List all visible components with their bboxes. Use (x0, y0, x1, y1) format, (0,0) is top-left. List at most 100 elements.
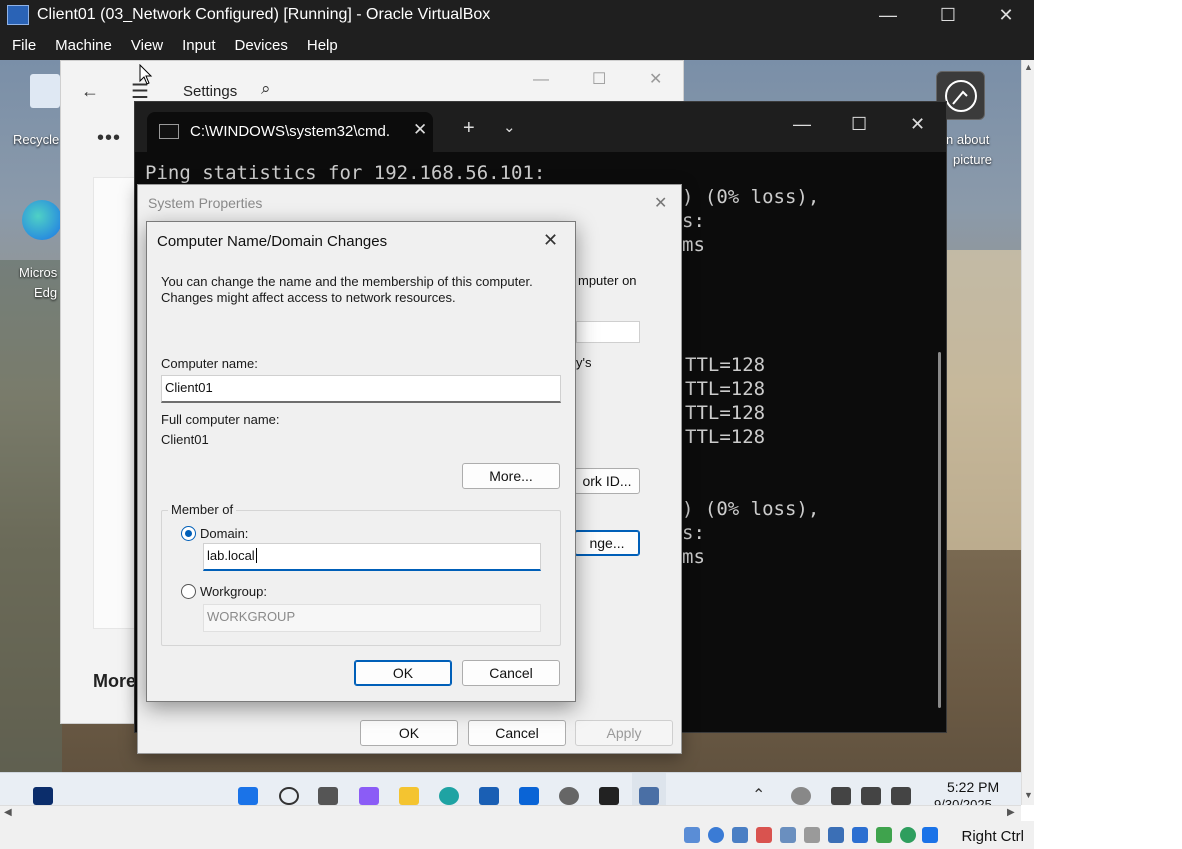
guest-additions-icon[interactable] (900, 827, 916, 843)
system-properties-taskbar-icon[interactable] (639, 787, 659, 805)
building-wallpaper (940, 250, 1021, 550)
settings-minimize-icon[interactable]: — (533, 71, 549, 89)
menu-machine[interactable]: Machine (55, 37, 112, 54)
terminal-icon[interactable] (599, 787, 619, 805)
cmd-output-line: TTL=128 (685, 402, 766, 424)
virtualbox-menubar: File Machine View Input Devices Help (0, 31, 1034, 60)
computer-name-label: Computer name: (161, 356, 258, 371)
dialog-cancel-button[interactable]: Cancel (462, 660, 560, 686)
workgroup-label: Workgroup: (200, 584, 267, 599)
copilot-icon[interactable] (359, 787, 379, 805)
settings-close-icon[interactable]: ✕ (649, 69, 662, 89)
virtualbox-app-icon (7, 5, 29, 25)
scroll-up-icon[interactable]: ▲ (1024, 62, 1033, 72)
cmd-output-line: TTL=128 (685, 354, 766, 376)
hard-disk-icon[interactable] (684, 827, 700, 843)
nfl-widget-icon[interactable] (33, 787, 53, 805)
cpu-icon[interactable] (876, 827, 892, 843)
usb-icon[interactable] (780, 827, 796, 843)
network-adapter-icon[interactable] (756, 827, 772, 843)
cmd-tab-title: C:\WINDOWS\system32\cmd. (190, 123, 391, 140)
task-view-icon[interactable] (318, 787, 338, 805)
tab-close-icon[interactable]: ✕ (413, 120, 427, 140)
tab-dropdown-icon[interactable]: ⌄ (503, 118, 516, 136)
menu-devices[interactable]: Devices (235, 37, 288, 54)
text-cursor (255, 548, 257, 563)
workgroup-input: WORKGROUP (203, 604, 541, 632)
volume-icon[interactable] (861, 787, 881, 805)
recycle-bin-icon[interactable] (30, 74, 60, 108)
minimize-icon[interactable]: — (870, 2, 906, 28)
cmd-output-line: TTL=128 (685, 378, 766, 400)
dialog-close-icon[interactable]: ✕ (543, 230, 558, 251)
full-computer-name-label: Full computer name: (161, 412, 280, 427)
host-key-arrow-icon[interactable] (922, 827, 938, 843)
cliff-wallpaper (0, 260, 62, 800)
copilot-search-icon[interactable]: ⌕ (261, 79, 271, 99)
settings-maximize-icon[interactable]: ☐ (592, 69, 606, 89)
system-properties-title: System Properties (148, 195, 263, 211)
network-icon[interactable] (831, 787, 851, 805)
file-explorer-icon[interactable] (399, 787, 419, 805)
clock-time[interactable]: 5:22 PM (947, 779, 999, 795)
more-button[interactable]: More... (462, 463, 560, 489)
sysprops-description-field[interactable] (576, 321, 640, 343)
learn-label-1: n about (946, 132, 990, 147)
sysprops-close-icon[interactable]: ✕ (654, 193, 667, 213)
menu-help[interactable]: Help (307, 37, 338, 54)
outlook-icon[interactable] (519, 787, 539, 805)
store-icon[interactable] (479, 787, 499, 805)
display-icon[interactable] (828, 827, 844, 843)
recording-icon[interactable] (852, 827, 868, 843)
battery-icon[interactable] (891, 787, 911, 805)
edge-icon[interactable] (22, 200, 62, 240)
workgroup-radio[interactable] (181, 584, 196, 599)
computer-name-input[interactable]: Client01 (161, 375, 561, 403)
mouse-cursor-icon (139, 64, 153, 85)
cmd-minimize-icon[interactable]: — (793, 114, 811, 135)
cmd-close-icon[interactable]: ✕ (910, 114, 925, 135)
settings-title: Settings (183, 83, 238, 100)
cmd-maximize-icon[interactable]: ☐ (851, 114, 867, 135)
horizontal-scrollbar[interactable]: ◀ ▶ (0, 805, 1021, 821)
dialog-ok-button[interactable]: OK (354, 660, 452, 686)
vertical-scrollbar[interactable]: ▲ ▼ (1021, 60, 1034, 805)
full-computer-name-value: Client01 (161, 432, 209, 447)
maximize-icon[interactable]: ☐ (930, 2, 966, 28)
cmd-scrollbar[interactable] (938, 352, 941, 708)
chevron-up-icon[interactable]: ⌃ (752, 785, 765, 805)
settings-gear-icon[interactable] (559, 787, 579, 805)
domain-radio[interactable] (181, 526, 196, 541)
sysprops-ok-button[interactable]: OK (360, 720, 458, 746)
cmd-output-line: Ping statistics for 192.168.56.101: (145, 162, 546, 184)
more-options-icon[interactable]: ••• (97, 127, 121, 150)
back-arrow-icon[interactable]: ← (81, 81, 99, 102)
cmd-tabbar: C:\WINDOWS\system32\cmd. ✕ + ⌄ — ☐ ✕ (135, 102, 946, 152)
cmd-output-line: ) (0% loss), (682, 498, 820, 520)
cmd-tab[interactable]: C:\WINDOWS\system32\cmd. ✕ (147, 112, 433, 152)
network-id-button[interactable]: ork ID... (574, 468, 640, 494)
edge-label-1: Micros (19, 265, 58, 280)
sysprops-apply-button: Apply (575, 720, 673, 746)
shared-folders-icon[interactable] (804, 827, 820, 843)
menu-file[interactable]: File (12, 37, 36, 54)
start-icon[interactable] (238, 787, 258, 805)
scroll-left-icon[interactable]: ◀ (4, 807, 12, 818)
edge-taskbar-icon[interactable] (439, 787, 459, 805)
menu-view[interactable]: View (131, 37, 163, 54)
menu-input[interactable]: Input (182, 37, 215, 54)
search-icon[interactable] (279, 787, 299, 805)
scroll-right-icon[interactable]: ▶ (1007, 807, 1015, 818)
close-icon[interactable]: ✕ (988, 2, 1024, 28)
domain-input[interactable]: lab.local (203, 543, 541, 571)
cmd-output-line: ms (682, 546, 705, 568)
cmd-output-line: s: (682, 522, 705, 544)
cmd-output-line: s: (682, 210, 705, 232)
optical-drive-icon[interactable] (708, 827, 724, 843)
sysprops-cancel-button[interactable]: Cancel (468, 720, 566, 746)
scroll-down-icon[interactable]: ▼ (1024, 790, 1033, 800)
new-tab-icon[interactable]: + (463, 117, 475, 140)
change-button[interactable]: nge... (574, 530, 640, 556)
onedrive-icon[interactable] (791, 787, 811, 805)
audio-icon[interactable] (732, 827, 748, 843)
